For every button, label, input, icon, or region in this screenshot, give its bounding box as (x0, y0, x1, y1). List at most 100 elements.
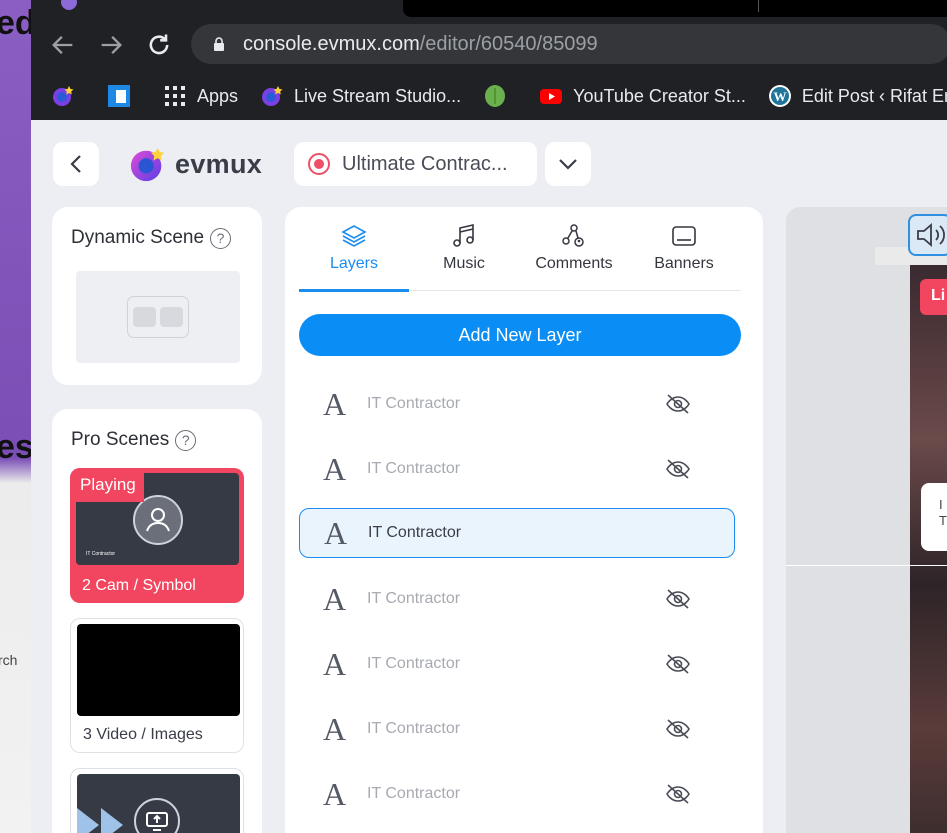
browser-window: console.evmux.com/editor/60540/85099 App… (31, 0, 947, 833)
layers-panel: Layers Music Comments Banners Add New La… (285, 207, 763, 833)
evmux-icon (53, 86, 74, 106)
scene-thumbnail (77, 774, 240, 833)
bookmark-live-stream-studio[interactable]: Live Stream Studio... (260, 84, 461, 108)
text-layer-icon: A (323, 710, 347, 747)
layer-name: IT Contractor (367, 655, 461, 672)
layer-name: IT Contractor (367, 395, 461, 412)
playing-badge: Playing (70, 468, 144, 502)
address-bar[interactable]: console.evmux.com/editor/60540/85099 (191, 24, 947, 64)
text-layer-icon: A (323, 385, 347, 422)
dynamic-scene-card: Dynamic Scene ? (52, 207, 262, 385)
text-layer-icon: A (323, 580, 347, 617)
dynamic-scene-thumbnail[interactable] (76, 271, 240, 363)
reload-icon[interactable] (145, 31, 173, 59)
banner-icon (672, 226, 696, 246)
back-arrow-icon[interactable] (49, 31, 77, 59)
tab-comments[interactable]: Comments (519, 219, 629, 291)
pro-scenes-card: Pro Scenes ? Playing IT Contractor 2 Cam… (52, 409, 262, 833)
bookmark-evmux[interactable] (51, 84, 85, 108)
pro-scenes-title: Pro Scenes ? (71, 429, 197, 451)
bookmarks-bar: Apps Live Stream Studio... YouTube Creat… (31, 73, 947, 119)
tab-banners[interactable]: Banners (629, 219, 739, 291)
bookmark-blue[interactable] (107, 84, 141, 108)
eye-hidden-icon[interactable] (665, 718, 691, 740)
url-host: console.evmux.com (243, 33, 420, 55)
url-text: console.evmux.com/editor/60540/85099 (243, 33, 598, 56)
eye-hidden-icon[interactable] (665, 783, 691, 805)
address-bar-row: console.evmux.com/editor/60540/85099 (31, 17, 947, 73)
add-new-layer-button[interactable]: Add New Layer (299, 314, 741, 356)
evmux-logo-icon (130, 147, 165, 182)
tab-music[interactable]: Music (409, 219, 519, 291)
pro-scene-item[interactable]: Playing IT Contractor 2 Cam / Symbol (70, 468, 244, 603)
thumbnail-caption: IT Contractor (86, 551, 116, 557)
eye-hidden-icon[interactable] (665, 653, 691, 675)
logo-text: evmux (175, 148, 263, 179)
layer-row[interactable]: A IT Contractor (299, 444, 735, 494)
layer-name: IT Contractor (368, 524, 462, 541)
bookmark-label: Edit Post ‹ Rifat Erd... (801, 85, 947, 106)
volume-button[interactable] (908, 214, 947, 256)
background-text-fragment: es (0, 428, 34, 466)
browser-tab[interactable] (403, 0, 947, 17)
comments-icon (562, 224, 584, 247)
bookmark-leaf[interactable] (483, 84, 517, 108)
forward-arrow-icon[interactable] (97, 31, 125, 59)
live-badge: Li (920, 279, 947, 315)
evmux-icon (262, 86, 283, 106)
panel-tabs: Layers Music Comments Banners (299, 219, 741, 292)
bookmark-youtube[interactable]: YouTube Creator St... (539, 84, 746, 108)
stage-preview: Li I T (786, 207, 947, 833)
evmux-logo: evmux (129, 142, 262, 186)
pro-scene-item[interactable]: 3 Video / Images (70, 618, 244, 753)
layer-row[interactable]: A IT Contractor (299, 639, 735, 689)
eye-hidden-icon[interactable] (665, 458, 691, 480)
text-layer-icon: A (323, 645, 347, 682)
overlay-text: T (939, 513, 947, 528)
tab-label: Layers (329, 255, 379, 272)
layer-row[interactable]: A IT Contractor (299, 769, 735, 819)
tab-favicon[interactable] (61, 0, 77, 10)
layers-icon (341, 225, 367, 247)
scene-dropdown-button[interactable] (545, 142, 591, 186)
dynamic-scene-title: Dynamic Scene ? (71, 227, 232, 249)
scene-selector[interactable]: Ultimate Contrac... (294, 142, 537, 186)
help-icon[interactable]: ? (210, 227, 232, 249)
overlay-text: I (939, 497, 943, 512)
user-avatar-icon (133, 495, 183, 545)
pro-scenes-label: Pro Scenes (71, 429, 170, 450)
music-icon (453, 223, 474, 247)
layer-row[interactable]: A IT Contractor (299, 379, 735, 429)
layer-row[interactable]: A IT Contractor (299, 574, 735, 624)
text-layer-icon: A (323, 775, 347, 812)
layer-row[interactable]: A IT Contractor (299, 704, 735, 754)
url-path: /editor/60540/85099 (419, 33, 598, 55)
tab-layers[interactable]: Layers (299, 219, 409, 292)
app-header: evmux Ultimate Contrac... (53, 142, 947, 186)
layer-row-selected[interactable]: A IT Contractor (299, 508, 735, 558)
chevron-down-icon (559, 159, 577, 170)
pro-scene-label: 2 Cam / Symbol (82, 577, 196, 594)
pro-scene-label: 3 Video / Images (83, 726, 203, 743)
tab-label: Banners (654, 255, 714, 272)
eye-hidden-icon[interactable] (665, 588, 691, 610)
bookmark-wordpress[interactable]: W Edit Post ‹ Rifat Erd... (768, 84, 947, 108)
dynamic-scene-label: Dynamic Scene (71, 227, 205, 248)
svg-text:W: W (773, 89, 786, 104)
preview-guide-line (786, 565, 947, 566)
preview-overlay-card[interactable]: I T (921, 483, 947, 551)
layer-name: IT Contractor (367, 460, 461, 477)
chevron-left-icon (70, 155, 81, 173)
blue-square-icon (108, 85, 130, 107)
eye-hidden-icon[interactable] (665, 393, 691, 415)
leaf-icon (485, 85, 506, 107)
layer-name: IT Contractor (367, 720, 461, 737)
bookmark-apps[interactable]: Apps (163, 84, 238, 108)
pro-scene-item[interactable] (70, 768, 244, 833)
apps-grid-icon (165, 86, 185, 106)
bookmark-label: Apps (197, 85, 239, 106)
help-icon[interactable]: ? (175, 429, 197, 451)
back-button[interactable] (53, 142, 99, 186)
tab-label: Music (443, 255, 485, 272)
layer-name: IT Contractor (367, 590, 461, 607)
